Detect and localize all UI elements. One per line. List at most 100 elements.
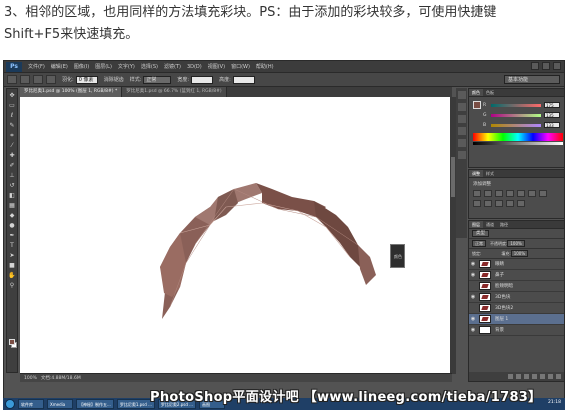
- taskbar-button[interactable]: Xmedia: [47, 399, 73, 409]
- marquee-tool-icon[interactable]: ▭: [8, 101, 17, 110]
- pen-tool-icon[interactable]: ✒: [8, 231, 17, 240]
- antialias-checkbox[interactable]: 消除锯齿: [104, 76, 124, 83]
- type-tool-icon[interactable]: T: [8, 241, 17, 250]
- character-panel-icon[interactable]: [457, 115, 466, 123]
- zoom-level[interactable]: 100%: [24, 376, 37, 381]
- stamp-tool-icon[interactable]: ⊥: [8, 171, 17, 180]
- tab-styles[interactable]: 样式: [483, 170, 497, 177]
- shape-tool-icon[interactable]: ■: [8, 261, 17, 270]
- hue-saturation-icon[interactable]: [528, 190, 536, 197]
- tab-document-1[interactable]: 罗比尼奥1.psd @ 100% (图层 1, RGB/8#) *: [20, 87, 123, 97]
- delete-layer-icon[interactable]: [556, 374, 561, 379]
- layer-row[interactable]: ◉ 3D色块: [469, 292, 564, 303]
- menu-3d[interactable]: 3D(D): [187, 64, 202, 70]
- tab-adjustments[interactable]: 调整: [469, 170, 483, 177]
- slider-r[interactable]: R 175: [483, 101, 564, 109]
- fill-input[interactable]: 100%: [510, 250, 529, 257]
- quick-select-tool-icon[interactable]: ✎: [8, 121, 17, 130]
- taskbar-button[interactable]: 软件库: [18, 399, 44, 409]
- invert-icon[interactable]: [506, 200, 514, 207]
- menu-image[interactable]: 图像(I): [74, 63, 89, 70]
- tab-color[interactable]: 颜色: [469, 89, 483, 96]
- start-button[interactable]: [5, 399, 15, 409]
- slider-g-track[interactable]: [491, 113, 541, 117]
- slider-b-value[interactable]: 133: [544, 122, 560, 128]
- color-spectrum[interactable]: [473, 133, 563, 141]
- visibility-eye-icon[interactable]: ◉: [469, 294, 477, 300]
- subtract-selection-button[interactable]: [46, 75, 56, 84]
- gray-ramp[interactable]: [473, 142, 563, 145]
- history-brush-icon[interactable]: ↺: [8, 181, 17, 190]
- new-adjustment-icon[interactable]: [532, 374, 537, 379]
- tab-document-2[interactable]: 罗比尼奥1.psd @ 66.7% (蓝到红 1, RGB/8#): [122, 87, 227, 97]
- layer-row[interactable]: 3D色块2: [469, 303, 564, 314]
- color-panel-foreground-swatch[interactable]: [473, 101, 481, 109]
- menu-type[interactable]: 文字(Y): [118, 63, 135, 70]
- new-layer-icon[interactable]: [548, 374, 553, 379]
- levels-icon[interactable]: [484, 190, 492, 197]
- tab-paths[interactable]: 路径: [497, 221, 511, 228]
- menu-layer[interactable]: 图层(L): [95, 63, 112, 70]
- blend-mode-select[interactable]: 正常: [472, 240, 486, 247]
- slider-g-value[interactable]: 135: [544, 112, 560, 118]
- channel-mixer-icon[interactable]: [495, 200, 503, 207]
- add-selection-button[interactable]: [33, 75, 43, 84]
- hand-tool-icon[interactable]: ✋: [8, 271, 17, 280]
- color-balance-icon[interactable]: [539, 190, 547, 197]
- visibility-eye-icon[interactable]: ◉: [469, 261, 477, 267]
- lasso-tool-icon[interactable]: ℓ: [8, 111, 17, 120]
- slider-g[interactable]: G 135: [483, 111, 564, 119]
- slider-b[interactable]: B 133: [483, 121, 564, 129]
- tool-preset-button[interactable]: [7, 75, 17, 84]
- layer-row[interactable]: ◉ 背景: [469, 325, 564, 336]
- link-layers-icon[interactable]: [508, 374, 513, 379]
- height-input[interactable]: [232, 75, 255, 84]
- style-select[interactable]: 正常: [143, 75, 172, 84]
- exposure-icon[interactable]: [506, 190, 514, 197]
- paragraph-panel-icon[interactable]: [457, 127, 466, 135]
- move-tool-icon[interactable]: ✥: [8, 91, 17, 100]
- opacity-input[interactable]: 100%: [507, 240, 525, 247]
- menu-file[interactable]: 文件(F): [28, 63, 45, 70]
- black-white-icon[interactable]: [473, 200, 481, 207]
- feather-input[interactable]: 0 像素: [75, 75, 98, 84]
- layer-style-icon[interactable]: [516, 374, 521, 379]
- visibility-eye-icon[interactable]: ◉: [469, 316, 477, 322]
- photo-filter-icon[interactable]: [484, 200, 492, 207]
- path-select-tool-icon[interactable]: ➤: [8, 251, 17, 260]
- close-button[interactable]: [553, 62, 561, 70]
- scrollbar-thumb[interactable]: [451, 157, 455, 197]
- zoom-tool-icon[interactable]: ⚲: [8, 281, 17, 290]
- eyedropper-tool-icon[interactable]: ⁄: [8, 141, 17, 150]
- layer-row-selected[interactable]: ◉ 图层 1: [469, 314, 564, 325]
- add-mask-icon[interactable]: [524, 374, 529, 379]
- layer-row[interactable]: 脸颊明暗: [469, 281, 564, 292]
- eraser-tool-icon[interactable]: ◧: [8, 191, 17, 200]
- width-input[interactable]: [191, 75, 214, 84]
- actions-panel-icon[interactable]: [457, 151, 466, 159]
- menu-view[interactable]: 视图(V): [208, 63, 225, 70]
- dodge-tool-icon[interactable]: ●: [8, 221, 17, 230]
- menu-select[interactable]: 选择(S): [141, 63, 158, 70]
- menu-window[interactable]: 窗口(W): [231, 63, 250, 70]
- posterize-icon[interactable]: [517, 200, 525, 207]
- workspace-select[interactable]: 基本功能: [504, 75, 560, 84]
- layer-kind-select[interactable]: 类型: [472, 230, 489, 237]
- properties-panel-icon[interactable]: [457, 103, 466, 111]
- tab-layers[interactable]: 图层: [469, 221, 483, 228]
- crop-tool-icon[interactable]: ⌗: [8, 131, 17, 140]
- new-selection-button[interactable]: [20, 75, 30, 84]
- layer-row[interactable]: ◉ 眼睛: [469, 259, 564, 270]
- curves-icon[interactable]: [495, 190, 503, 197]
- vibrance-icon[interactable]: [517, 190, 525, 197]
- maximize-button[interactable]: [542, 62, 550, 70]
- gradient-tool-icon[interactable]: ▦: [8, 201, 17, 210]
- taskbar-button[interactable]: 【神秘】制作五...: [76, 399, 114, 409]
- healing-tool-icon[interactable]: ✚: [8, 151, 17, 160]
- visibility-eye-icon[interactable]: ◉: [469, 272, 477, 278]
- foreground-color-swatch[interactable]: [9, 339, 15, 345]
- brush-tool-icon[interactable]: ✐: [8, 161, 17, 170]
- visibility-eye-icon[interactable]: ◉: [469, 327, 477, 333]
- floating-color-popup[interactable]: 颜色: [390, 244, 405, 268]
- slider-b-track[interactable]: [491, 123, 541, 127]
